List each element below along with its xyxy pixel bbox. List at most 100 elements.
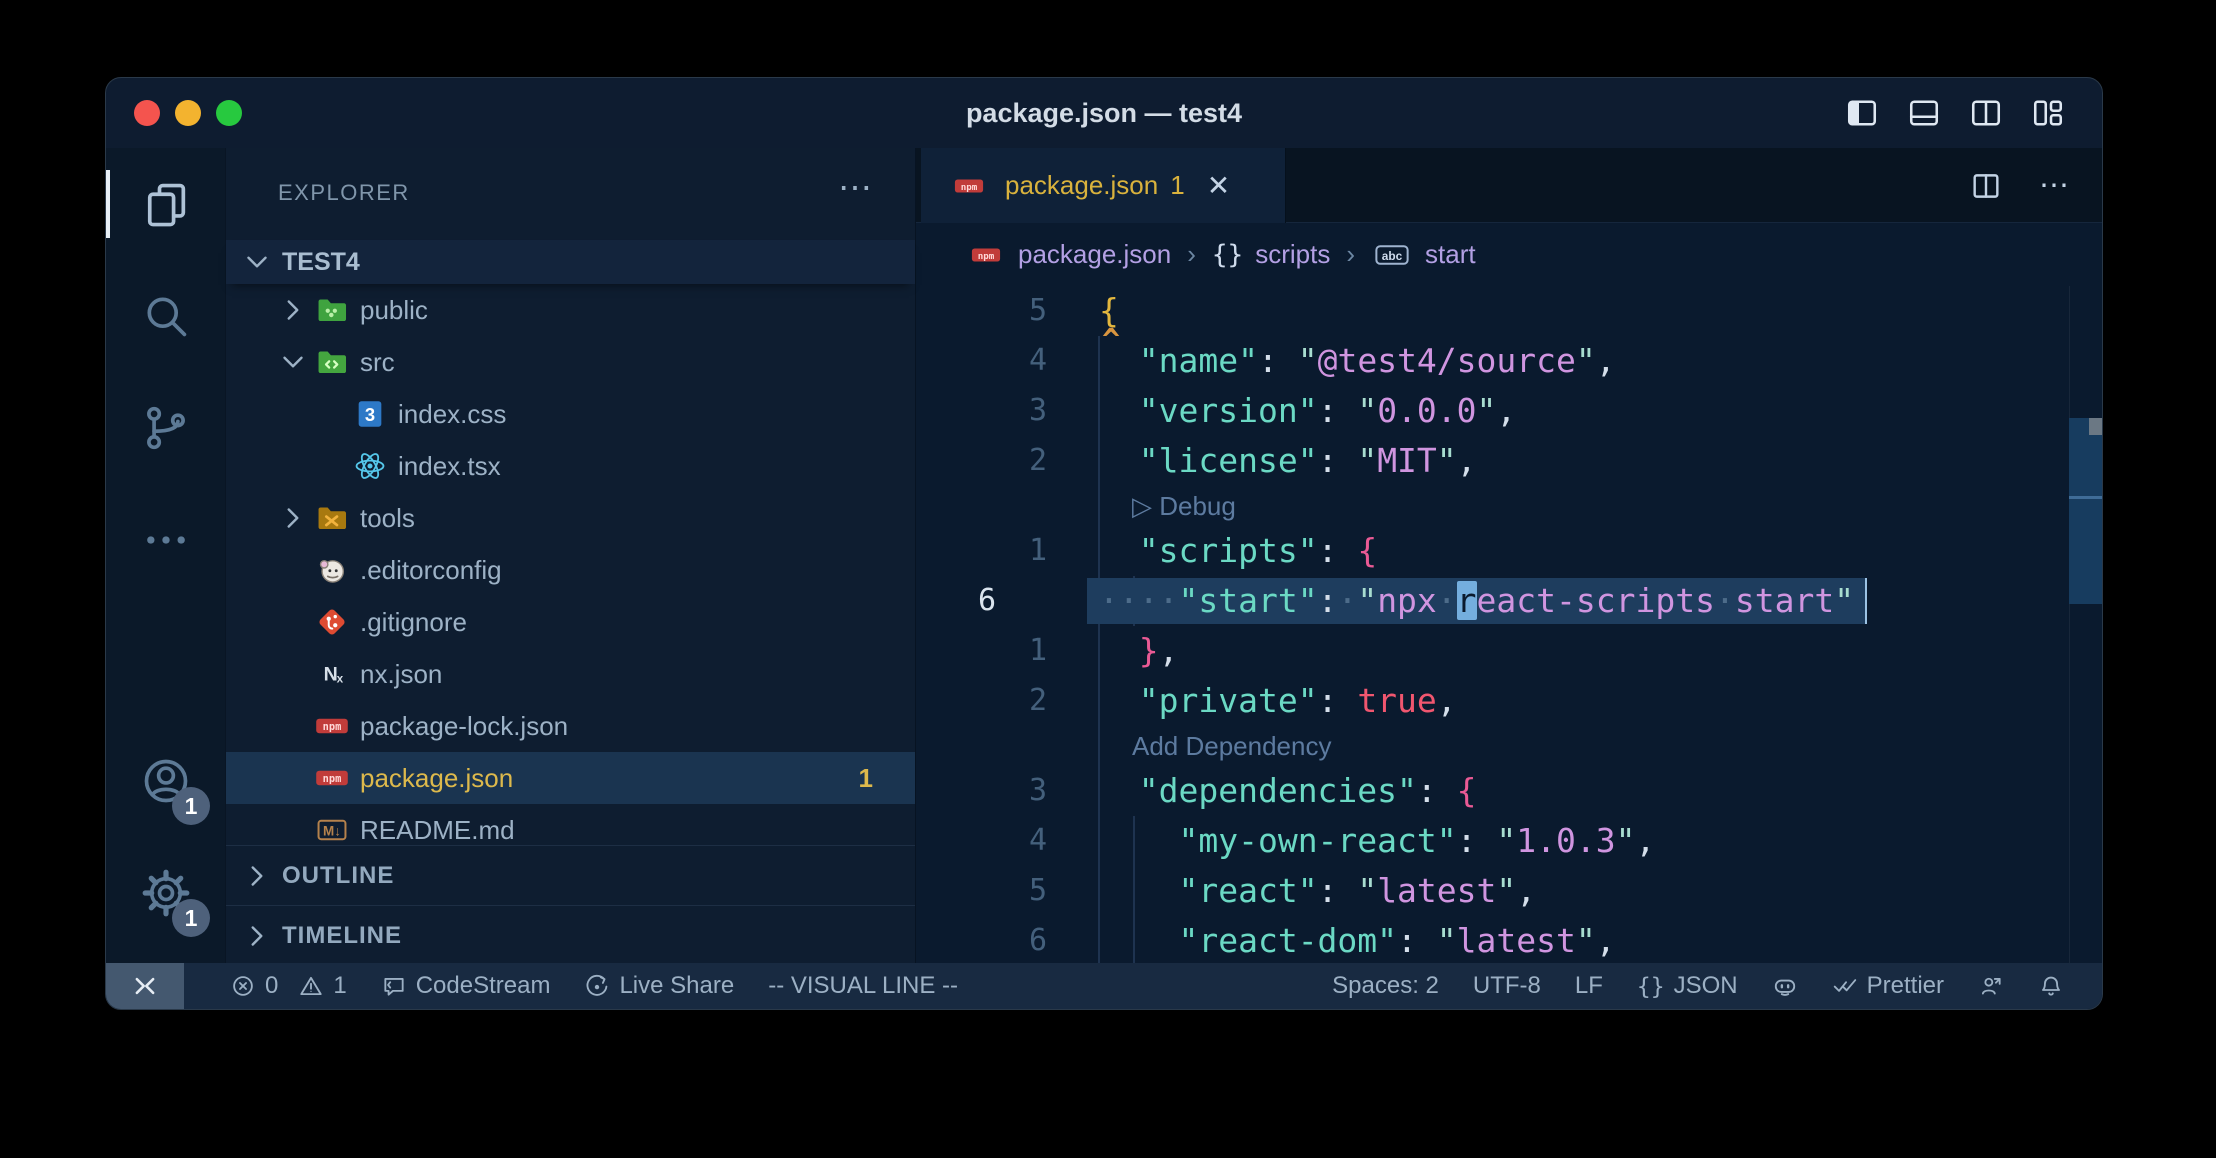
activity-source-control[interactable] — [106, 372, 226, 484]
sidebar-panel-timeline[interactable]: TIMELINE — [226, 905, 915, 965]
toggle-sidebar-icon[interactable] — [1844, 95, 1880, 131]
breadcrumb-item-start[interactable]: abcstart — [1371, 239, 1476, 270]
svg-text:npm: npm — [323, 721, 342, 733]
npm-icon: npm — [966, 242, 1006, 268]
npm-icon: npm — [314, 708, 350, 744]
line-number: 2 — [916, 436, 1099, 486]
status-label: JSON — [1674, 972, 1738, 1000]
status-notifications[interactable] — [2038, 973, 2064, 999]
customize-layout-icon[interactable] — [2030, 95, 2066, 131]
editor-more-actions-icon[interactable]: ⋯ — [2039, 168, 2072, 203]
tree-item-index-css[interactable]: 3index.css — [226, 388, 915, 440]
chevron-right-icon — [276, 501, 310, 535]
tree-item-package-json[interactable]: npmpackage.json1 — [226, 752, 915, 804]
status-vim-mode[interactable]: -- VISUAL LINE -- — [768, 972, 958, 1000]
status-language-mode[interactable]: {}JSON — [1637, 972, 1738, 1000]
activity-search[interactable] — [106, 260, 226, 372]
workspace-name: TEST4 — [282, 248, 360, 277]
remote-indicator-button[interactable] — [106, 963, 184, 1009]
tree-item-nx-json[interactable]: Nxnx.json — [226, 648, 915, 700]
split-editor-layout-icon[interactable] — [1968, 95, 2004, 131]
file-label: README.md — [360, 815, 515, 846]
status-prettier[interactable]: Prettier — [1832, 972, 1944, 1000]
line-content: "react": "latest", — [1099, 866, 1536, 916]
code-line[interactable]: 3 "dependencies": { — [916, 766, 2102, 816]
code-line[interactable]: 1 }, — [916, 626, 2102, 676]
code-line[interactable]: 4 "my-own-react": "1.0.3", — [916, 816, 2102, 866]
line-content: "react-dom": "latest", — [1099, 916, 1616, 963]
status-warning-count[interactable]: 1 — [298, 972, 346, 1000]
code-line[interactable]: 4 "name": "@test4/source", — [916, 336, 2102, 386]
tab-dirty-badge: 1 — [1170, 170, 1184, 201]
tree-item-src[interactable]: src — [226, 336, 915, 388]
code-line[interactable]: 2 "private": true, — [916, 676, 2102, 726]
line-number: 4 — [916, 336, 1099, 386]
status-eol[interactable]: LF — [1575, 972, 1603, 1000]
badge: 1 — [172, 787, 210, 825]
breadcrumb-item-package-json[interactable]: npmpackage.json — [966, 239, 1171, 270]
code-line[interactable]: 2 "license": "MIT", — [916, 436, 2102, 486]
activity-explorer[interactable] — [106, 148, 226, 260]
editor-scrollbar[interactable] — [2069, 286, 2102, 963]
status-label: -- VISUAL LINE -- — [768, 972, 958, 1000]
file-label: index.tsx — [398, 451, 501, 482]
file-label: tools — [360, 503, 415, 534]
status-indentation[interactable]: Spaces: 2 — [1332, 972, 1439, 1000]
scm-icon — [140, 402, 192, 454]
status-copilot[interactable] — [1772, 973, 1798, 999]
tree-item--gitignore[interactable]: .gitignore — [226, 596, 915, 648]
tree-item-index-tsx[interactable]: index.tsx — [226, 440, 915, 492]
codelens-link[interactable]: Add Dependency — [1132, 731, 1331, 761]
line-content: "scripts": { — [1099, 526, 1377, 576]
status-codestream[interactable]: CodeStream — [381, 972, 551, 1000]
toggle-panel-icon[interactable] — [1906, 95, 1942, 131]
folder-src-icon — [314, 344, 350, 380]
code-line[interactable]: 5 "react": "latest", — [916, 866, 2102, 916]
status-encoding[interactable]: UTF-8 — [1473, 972, 1541, 1000]
explorer-more-actions-button[interactable]: ⋯ — [838, 168, 875, 208]
breadcrumb-separator-icon: › — [1346, 239, 1355, 270]
codelens-link[interactable]: ▷ Debug — [1132, 491, 1236, 521]
tree-item-tools[interactable]: tools — [226, 492, 915, 544]
line-number: 3 — [916, 766, 1099, 816]
status-live-share[interactable]: Live Share — [584, 972, 734, 1000]
chevron-spacer — [314, 449, 348, 483]
line-number: 5 — [916, 866, 1099, 916]
tree-item-package-lock-json[interactable]: npmpackage-lock.json — [226, 700, 915, 752]
braces-icon: {} — [1212, 240, 1243, 270]
workbench: 11 EXPLORER ⋯ TEST4 publicsrc3index.cssi… — [106, 148, 2102, 963]
activity-settings[interactable]: 1 — [106, 837, 226, 949]
chevron-down-icon — [276, 345, 310, 379]
code-line-current[interactable]: 6····"start":·"npx·react-scripts·start" — [916, 576, 2102, 626]
file-tree: public src3index.css index.tsx tools .editor… — [226, 284, 915, 845]
status-label: CodeStream — [416, 972, 551, 1000]
code-editor[interactable]: 5{^4 "name": "@test4/source",3 "version"… — [916, 286, 2102, 963]
tab-package-json[interactable]: npm package.json 1 ✕ — [921, 148, 1286, 223]
breadcrumb-label: scripts — [1255, 239, 1330, 270]
tree-item--editorconfig[interactable]: .editorconfig — [226, 544, 915, 596]
sidebar-panel-outline[interactable]: OUTLINE — [226, 845, 915, 905]
status-feedback[interactable] — [1978, 973, 2004, 999]
tree-item-public[interactable]: public — [226, 284, 915, 336]
workspace-section-header[interactable]: TEST4 — [226, 240, 915, 284]
liveshare-icon — [584, 973, 610, 999]
breadcrumb-item-scripts[interactable]: {} scripts — [1212, 239, 1330, 270]
scrollbar-thumb[interactable] — [2069, 418, 2102, 604]
activity-more[interactable] — [106, 484, 226, 596]
file-label: public — [360, 295, 428, 326]
folder-tools-icon — [314, 500, 350, 536]
activity-accounts[interactable]: 1 — [106, 725, 226, 837]
code-line[interactable]: 5{^ — [916, 286, 2102, 336]
status-label: Spaces: 2 — [1332, 972, 1439, 1000]
tree-item-readme-md[interactable]: M↓README.md — [226, 804, 915, 845]
close-tab-icon[interactable]: ✕ — [1207, 169, 1230, 202]
code-line[interactable]: 6 "react-dom": "latest", — [916, 916, 2102, 963]
code-line[interactable]: 1 "scripts": { — [916, 526, 2102, 576]
status-label: Live Share — [619, 972, 734, 1000]
line-number: 6 — [916, 576, 1099, 626]
split-editor-icon[interactable] — [1969, 169, 2003, 203]
file-label: nx.json — [360, 659, 442, 690]
status-error-count[interactable]: 0 — [230, 972, 278, 1000]
code-line[interactable]: 3 "version": "0.0.0", — [916, 386, 2102, 436]
error-icon — [230, 973, 256, 999]
